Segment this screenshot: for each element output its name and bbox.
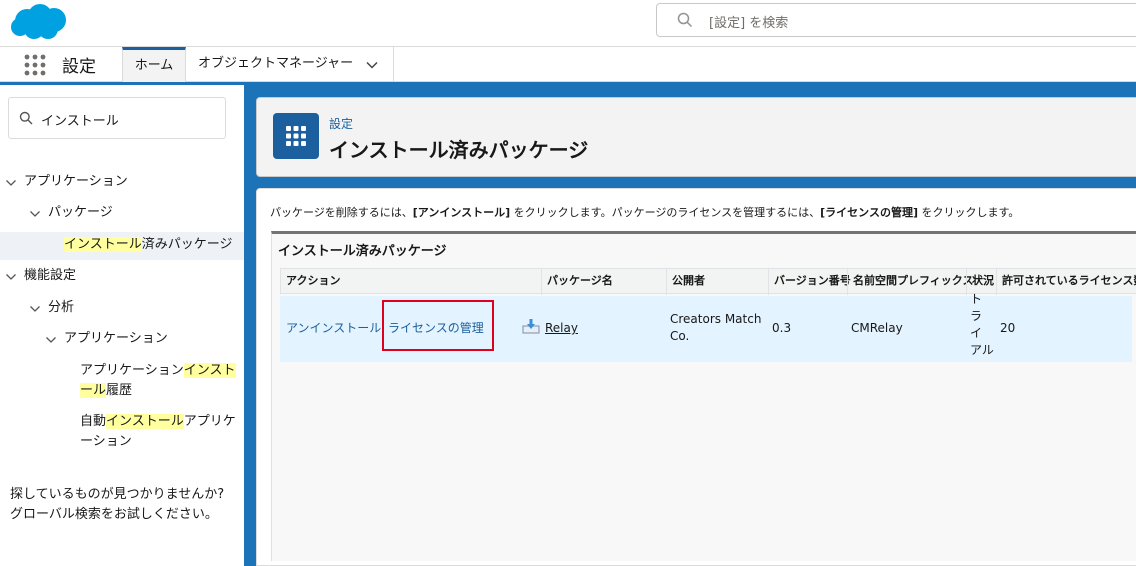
package-name-link[interactable]: Relay (545, 320, 578, 337)
col-namespace[interactable]: 名前空間プレフィックス (847, 269, 973, 295)
help-line: 探しているものが見つかりませんか? (10, 487, 225, 502)
global-search-input[interactable]: [設定] を検索 (656, 3, 1136, 37)
search-highlight: ール (80, 383, 107, 398)
chevron-down-icon[interactable] (29, 303, 41, 315)
chevron-down-icon[interactable] (5, 271, 17, 283)
tree-item-auto-install-apps[interactable]: 自動インストールアプリケーション (80, 412, 240, 452)
tree-item-label: ーション (80, 434, 132, 449)
global-header: [設定] を検索 (0, 0, 1136, 46)
version-number: 0.3 (772, 321, 792, 335)
content-panel: パッケージを削除するには、[アンインストール] をクリックします。パッケージのラ… (256, 188, 1136, 566)
uninstall-link[interactable]: アンインストール (286, 320, 381, 337)
search-highlight: インストール (64, 237, 142, 252)
chevron-down-icon[interactable] (5, 177, 17, 189)
quick-find-value: インストール (41, 114, 119, 129)
tree-item-analytics[interactable]: 分析 (48, 298, 74, 318)
app-launcher-icon[interactable] (23, 53, 47, 77)
search-icon (19, 111, 33, 125)
table-row: アンインストール ライセンスの管理 Relay Creators Match C… (280, 292, 1132, 362)
desc-bold: [アンインストール] (412, 206, 511, 219)
tree-item-label: アプリケ (183, 414, 236, 429)
desc-text: をクリックします。パッケージのライセンスを管理するには、 (510, 206, 821, 219)
setup-sidebar: インストール アプリケーション パッケージ インストール済みパッケージ 機能設定… (0, 85, 244, 566)
tree-item-feature-settings[interactable]: 機能設定 (24, 266, 76, 286)
table-header: アクション パッケージ名 公開者 バージョン番号 名前空間プレフィックス 状況 … (280, 268, 1136, 295)
tree-item-analytics-applications[interactable]: アプリケーション (64, 329, 168, 349)
sidebar-help-text: 探しているものが見つかりませんか? グローバル検索をお試しください。 (10, 485, 224, 525)
breadcrumb[interactable]: 設定 (329, 115, 353, 132)
publisher: Creators Match Co. (670, 311, 761, 345)
tree-item-label: 自動 (80, 414, 107, 429)
quick-find-input[interactable]: インストール (8, 97, 226, 139)
app-name: 設定 (62, 57, 96, 77)
status-char: ト (970, 292, 983, 306)
status-char: イ (970, 326, 983, 340)
package-download-icon (522, 319, 540, 334)
tree-item-installed-packages[interactable]: インストール済みパッケージ (64, 235, 233, 255)
col-version[interactable]: バージョン番号 (768, 269, 851, 295)
highlight-box (382, 300, 494, 351)
col-action: アクション (286, 274, 341, 287)
publisher-line: Co. (670, 329, 690, 343)
tab-home[interactable]: ホーム (122, 47, 186, 82)
status-char: ラ (970, 309, 983, 323)
app-navigation-bar: 設定 ホーム オブジェクトマネージャー (0, 46, 1136, 82)
chevron-down-icon[interactable] (45, 334, 57, 346)
help-line: グローバル検索をお試しください。 (10, 507, 218, 522)
search-placeholder: [設定] を検索 (709, 16, 789, 31)
desc-text: パッケージを削除するには、 (270, 206, 413, 219)
tree-item-label: アプリケーション (80, 363, 184, 378)
page-title: インストール済みパッケージ (329, 138, 589, 162)
tab-object-manager-label: オブジェクトマネージャー (198, 56, 354, 71)
desc-text: をクリックします。 (918, 206, 1020, 219)
search-highlight: インストール (106, 414, 184, 429)
page-header: 設定 インストール済みパッケージ (256, 97, 1136, 177)
status-char: アル (970, 343, 994, 357)
salesforce-logo-icon[interactable] (10, 3, 68, 41)
chevron-down-icon[interactable] (365, 58, 379, 72)
section-title: インストール済みパッケージ (278, 244, 447, 259)
instructions-text: パッケージを削除するには、[アンインストール] をクリックします。パッケージのラ… (270, 204, 1019, 220)
publisher-line: Creators Match (670, 312, 762, 326)
col-package-name[interactable]: パッケージ名 (541, 269, 666, 295)
tab-object-manager[interactable]: オブジェクトマネージャー (186, 47, 394, 82)
tree-item-packages[interactable]: パッケージ (48, 203, 113, 223)
setup-icon (273, 113, 319, 159)
col-publisher[interactable]: 公開者 (666, 269, 768, 295)
status-value: ト ラ イ アル (970, 291, 996, 359)
col-licenses[interactable]: 許可されているライセンス数 (996, 269, 1136, 295)
tree-item-app-install-history[interactable]: アプリケーションインストール履歴 (80, 361, 240, 401)
search-highlight: インスト (183, 363, 236, 378)
tree-item-label: 履歴 (106, 383, 133, 398)
allowed-licenses: 20 (1000, 321, 1016, 335)
chevron-down-icon[interactable] (29, 208, 41, 220)
tree-item-applications[interactable]: アプリケーション (24, 172, 128, 192)
installed-packages-section: インストール済みパッケージ アクション パッケージ名 公開者 バージョン番号 名… (271, 231, 1136, 561)
desc-bold: [ライセンスの管理] (820, 206, 918, 219)
tree-item-label: 済みパッケージ (141, 237, 233, 252)
grid-icon (286, 126, 306, 146)
namespace-prefix: CMRelay (851, 321, 903, 335)
search-icon (677, 12, 693, 28)
